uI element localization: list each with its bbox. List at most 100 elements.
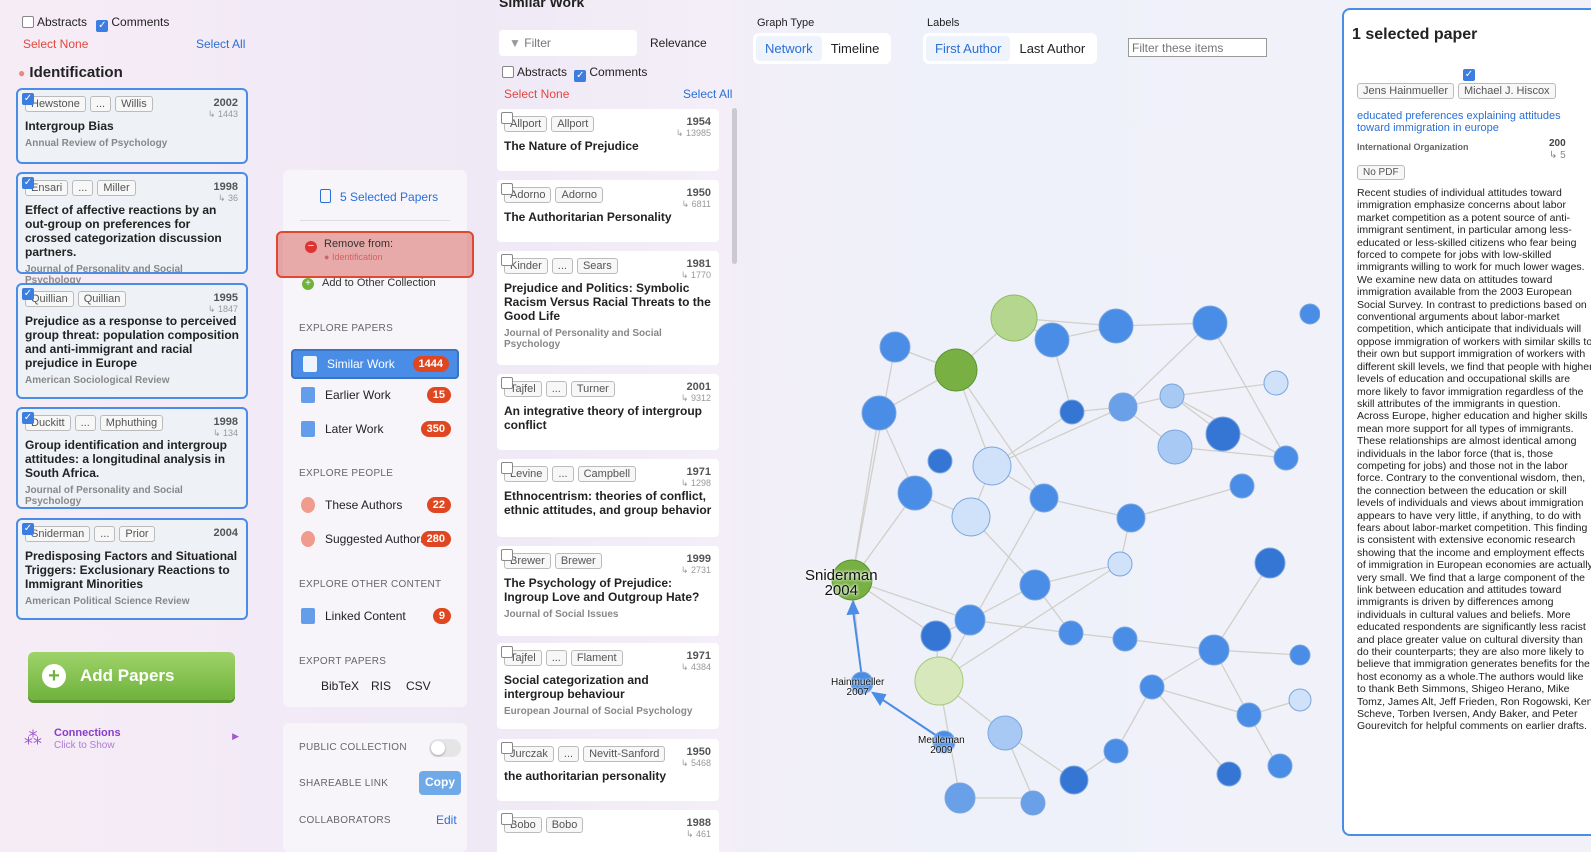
- author-chip[interactable]: Nevitt-Sanford: [583, 746, 666, 762]
- author-chip[interactable]: Bobo: [545, 817, 584, 833]
- graph-node[interactable]: [1289, 644, 1311, 666]
- last-author-tab[interactable]: Last Author: [1010, 36, 1094, 61]
- graph-node[interactable]: [1059, 399, 1085, 425]
- graph-node[interactable]: [1205, 416, 1241, 452]
- timeline-tab[interactable]: Timeline: [822, 36, 889, 61]
- collection-paper-card[interactable]: ✓ Duckitt... Mphuthing 1998 ↳ 134 Group ide…: [16, 407, 248, 509]
- author-chip[interactable]: Prior: [119, 526, 155, 542]
- graph-node[interactable]: [1157, 429, 1193, 465]
- edit-collaborators-button[interactable]: Edit: [436, 813, 457, 827]
- graph-node[interactable]: [1216, 761, 1242, 787]
- graph-node[interactable]: [987, 715, 1023, 751]
- graph-node[interactable]: [972, 446, 1012, 486]
- author-chip[interactable]: Sniderman: [25, 526, 91, 542]
- graph-node[interactable]: [1229, 473, 1255, 499]
- comments-toggle[interactable]: ✓ Comments: [96, 15, 169, 32]
- author-chip[interactable]: Quillian: [77, 291, 127, 307]
- checkbox-icon[interactable]: [501, 183, 513, 195]
- similar-paper-card[interactable]: Allport Allport 1954 ↳ 13985 The Nature of…: [497, 109, 719, 171]
- filter-input[interactable]: ▼ Filter: [499, 30, 637, 56]
- abstracts-toggle[interactable]: Abstracts: [502, 65, 567, 79]
- graph-node[interactable]: [944, 782, 976, 814]
- checkbox-icon[interactable]: [501, 377, 513, 389]
- graph-node[interactable]: [1058, 620, 1084, 646]
- checkbox-icon[interactable]: [501, 254, 513, 266]
- later-work-button[interactable]: Later Work 350: [291, 414, 459, 444]
- checkbox-icon[interactable]: [501, 549, 513, 561]
- ellipsis-chip[interactable]: ...: [89, 96, 112, 112]
- remove-from-collection-button[interactable]: − Remove from: ● Identification: [276, 231, 474, 278]
- select-all-button[interactable]: Select All: [196, 37, 245, 51]
- author-chip[interactable]: Brewer: [554, 553, 602, 569]
- public-collection-toggle[interactable]: [429, 739, 461, 757]
- author-chip[interactable]: Mphuthing: [99, 415, 164, 431]
- author-chip[interactable]: Willis: [115, 96, 153, 112]
- graph-node[interactable]: [1198, 634, 1230, 666]
- checkbox-icon[interactable]: [501, 813, 513, 825]
- collection-paper-card[interactable]: ✓ Sniderman... Prior 2004 Predisposing Fac…: [16, 518, 248, 620]
- filter-items-input[interactable]: [1128, 38, 1267, 57]
- ellipsis-chip[interactable]: ...: [545, 650, 567, 666]
- network-tab[interactable]: Network: [756, 36, 822, 61]
- export-csv-button[interactable]: CSV: [406, 679, 431, 693]
- graph-node[interactable]: [927, 448, 953, 474]
- graph-node[interactable]: [1019, 569, 1051, 601]
- network-graph[interactable]: [740, 280, 1320, 840]
- graph-node[interactable]: [1020, 790, 1046, 816]
- graph-node[interactable]: [1107, 551, 1133, 577]
- graph-node[interactable]: [1288, 688, 1312, 712]
- graph-node[interactable]: [1059, 765, 1089, 795]
- add-papers-button[interactable]: + Add Papers: [28, 652, 235, 700]
- earlier-work-button[interactable]: Earlier Work 15: [291, 380, 459, 410]
- graph-node[interactable]: [1116, 503, 1146, 533]
- graph-node[interactable]: [879, 331, 911, 363]
- select-none-button[interactable]: Select None: [23, 37, 88, 51]
- graph-node[interactable]: [934, 348, 978, 392]
- similar-paper-card[interactable]: Bobo Bobo 1988 ↳ 461: [497, 810, 719, 852]
- author-chip[interactable]: Turner: [570, 381, 615, 397]
- copy-link-button[interactable]: Copy: [419, 771, 461, 795]
- similar-paper-card[interactable]: Adorno Adorno 1950 ↳ 6811 The Authoritaria…: [497, 180, 719, 242]
- graph-node[interactable]: [1098, 308, 1134, 344]
- author-chip[interactable]: Adorno: [555, 187, 603, 203]
- checkbox-icon[interactable]: [501, 462, 513, 474]
- detail-paper-title[interactable]: educated preferences explaining attitude…: [1357, 110, 1567, 134]
- select-all-button[interactable]: Select All: [683, 87, 732, 101]
- checkmark-icon[interactable]: ✓: [1463, 64, 1475, 81]
- node-label-meuleman[interactable]: Meuleman 2009: [918, 736, 965, 756]
- graph-node[interactable]: [1108, 392, 1138, 422]
- export-ris-button[interactable]: RIS: [371, 679, 391, 693]
- export-bibtex-button[interactable]: BibTeX: [321, 679, 359, 693]
- graph-node[interactable]: [1034, 322, 1070, 358]
- ellipsis-chip[interactable]: ...: [94, 526, 116, 542]
- checkbox-icon[interactable]: [501, 646, 513, 658]
- graph-node[interactable]: [1112, 626, 1138, 652]
- graph-node[interactable]: [897, 475, 933, 511]
- ellipsis-chip[interactable]: ...: [551, 258, 573, 274]
- these-authors-button[interactable]: These Authors 22: [291, 490, 459, 520]
- graph-node[interactable]: [1159, 383, 1185, 409]
- author-chip[interactable]: Michael J. Hiscox: [1457, 83, 1556, 99]
- suggested-authors-button[interactable]: Suggested Authors 280: [291, 524, 459, 554]
- author-chip[interactable]: Jens Hainmueller: [1357, 83, 1454, 99]
- graph-node[interactable]: [990, 294, 1038, 342]
- select-none-button[interactable]: Select None: [504, 87, 569, 101]
- graph-node[interactable]: [1236, 702, 1262, 728]
- selected-papers-count[interactable]: 5 Selected Papers: [320, 189, 438, 204]
- graph-node[interactable]: [1254, 547, 1286, 579]
- ellipsis-chip[interactable]: ...: [74, 415, 96, 431]
- add-to-other-collection-button[interactable]: + Add to Other Collection: [302, 277, 436, 290]
- graph-node[interactable]: [1273, 445, 1299, 471]
- ellipsis-chip[interactable]: ...: [72, 180, 94, 196]
- similar-paper-card[interactable]: Tajfel... Turner 2001 ↳ 9312 An integrativ…: [497, 374, 719, 450]
- similar-paper-card[interactable]: Brewer Brewer 1999 ↳ 2731 The Psychology o…: [497, 546, 719, 636]
- sort-select[interactable]: Relevance: [650, 36, 707, 50]
- author-chip[interactable]: Miller: [97, 180, 136, 196]
- node-label-sniderman[interactable]: Sniderman 2004: [805, 568, 878, 598]
- similar-paper-card[interactable]: Jurczak... Nevitt-Sanford 1950 ↳ 5468 the …: [497, 739, 719, 801]
- graph-node[interactable]: [1029, 483, 1059, 513]
- first-author-tab[interactable]: First Author: [926, 36, 1011, 61]
- author-chip[interactable]: Hewstone: [25, 96, 86, 112]
- abstracts-toggle[interactable]: Abstracts: [22, 15, 87, 29]
- graph-node[interactable]: [1299, 303, 1320, 325]
